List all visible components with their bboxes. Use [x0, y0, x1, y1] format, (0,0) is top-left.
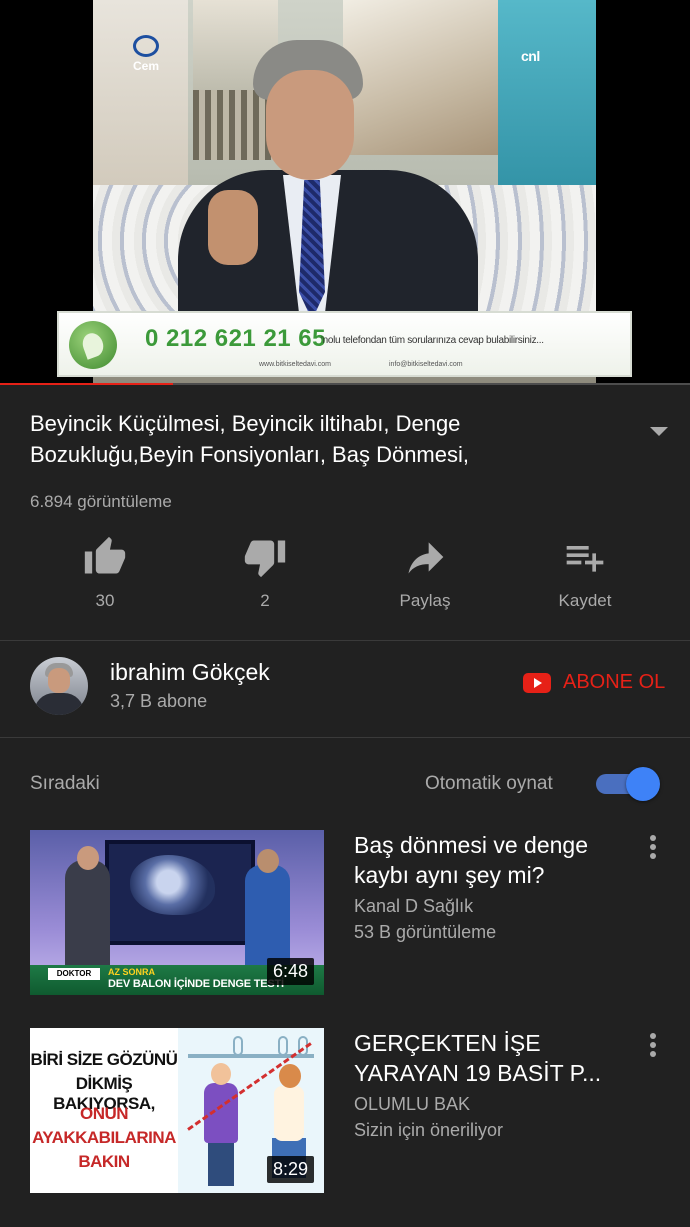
action-bar: 30 2 Paylaş Kaydet: [0, 535, 690, 635]
title-line: GERÇEKTEN İŞE: [354, 1030, 541, 1056]
thumbnail-text: ONUN: [79, 1104, 129, 1123]
thumbnail-text: BİRİ SİZE GÖZÜNÜ: [30, 1050, 178, 1069]
share-icon: [408, 542, 444, 574]
video-item-views: 53 B görüntüleme: [354, 922, 497, 942]
autoplay-label: Otomatik oynat: [425, 773, 553, 794]
video-item-channel: Kanal D Sağlık: [354, 896, 474, 916]
title-line: YARAYAN 19 BASİT P...: [354, 1060, 602, 1086]
channel-name[interactable]: ibrahim Gökçek: [110, 659, 270, 686]
thumbs-down-icon: [244, 540, 286, 578]
save-button[interactable]: Kaydet: [525, 535, 645, 611]
thumbnail-text: AZ SONRA: [108, 967, 155, 977]
banner-text: 'nolu telefondan tüm sorularınıza cevap …: [321, 335, 544, 346]
like-button[interactable]: 30: [45, 535, 165, 611]
video-presenter: [178, 40, 478, 330]
view-count: 6.894 görüntüleme: [30, 492, 172, 511]
video-item-title[interactable]: Baş dönmesi ve denge kaybı aynı şey mi?: [354, 830, 624, 890]
title-line: Baş dönmesi ve denge: [354, 832, 588, 858]
channel-avatar[interactable]: [30, 657, 88, 715]
dislike-count: 2: [260, 591, 270, 610]
thumbnail-logo: DOKTOR: [48, 968, 100, 980]
banner-phone: 0 212 621 21 65: [145, 325, 326, 352]
divider: [0, 640, 690, 641]
video-player[interactable]: Cem cnl 0 212 621 21 65 'nolu telefondan…: [0, 0, 690, 385]
video-duration: 6:48: [266, 958, 314, 985]
channel-logo: cnl: [521, 48, 540, 64]
video-duration: 8:29: [266, 1156, 314, 1183]
cem-tv-logo: Cem: [133, 35, 159, 73]
share-label: Paylaş: [399, 591, 451, 610]
progress-fill: [0, 383, 173, 385]
video-thumbnail[interactable]: DOKTOR AZ SONRA DEV BALON İÇİNDE DENGE T…: [30, 830, 324, 995]
autoplay-toggle[interactable]: [596, 767, 662, 801]
youtube-icon: [523, 672, 551, 693]
share-button[interactable]: Paylaş: [365, 535, 485, 611]
banner-email: info@bitkiseltedavi.com: [389, 361, 463, 368]
subscribe-button[interactable]: ABONE OL: [523, 671, 665, 694]
list-item[interactable]: BİRİ SİZE GÖZÜNÜ DİKMİŞ BAKIYORSA, ONUN …: [0, 1028, 690, 1198]
dislike-button[interactable]: 2: [205, 535, 325, 611]
banner-website: www.bitkiseltedavi.com: [259, 361, 331, 368]
leaf-icon: [69, 321, 117, 369]
video-thumbnail[interactable]: BİRİ SİZE GÖZÜNÜ DİKMİŞ BAKIYORSA, ONUN …: [30, 1028, 324, 1193]
thumbnail-caption: DEV BALON İÇİNDE DENGE TESTİ: [108, 978, 284, 990]
title-line: kaybı aynı şey mi?: [354, 862, 545, 888]
video-item-channel: OLUMLU BAK: [354, 1094, 471, 1114]
thumbs-up-icon: [84, 536, 126, 574]
video-background: [93, 0, 188, 210]
progress-bar[interactable]: [0, 383, 690, 385]
more-vert-icon[interactable]: [640, 1030, 666, 1060]
video-item-title[interactable]: GERÇEKTEN İŞE YARAYAN 19 BASİT P...: [354, 1028, 624, 1088]
video-title: Beyincik Küçülmesi, Beyincik iltihabı, D…: [30, 411, 469, 467]
video-item-meta: Sizin için öneriliyor: [354, 1120, 504, 1140]
playlist-add-icon: [566, 546, 604, 572]
chevron-down-icon[interactable]: [648, 424, 670, 438]
thumbnail-text: BAKIN: [78, 1152, 130, 1171]
divider: [0, 737, 690, 738]
save-label: Kaydet: [558, 591, 612, 610]
like-count: 30: [95, 591, 115, 610]
up-next-label: Sıradaki: [30, 773, 100, 794]
video-banner: 0 212 621 21 65 'nolu telefondan tüm sor…: [57, 311, 632, 377]
thumbnail-text: AYAKKABILARINA: [32, 1128, 176, 1147]
more-vert-icon[interactable]: [640, 832, 666, 862]
video-background-screen: [498, 0, 596, 210]
subscriber-count: 3,7 B abone: [110, 691, 208, 711]
subscribe-label: ABONE OL: [563, 671, 666, 693]
list-item[interactable]: DOKTOR AZ SONRA DEV BALON İÇİNDE DENGE T…: [0, 830, 690, 1000]
